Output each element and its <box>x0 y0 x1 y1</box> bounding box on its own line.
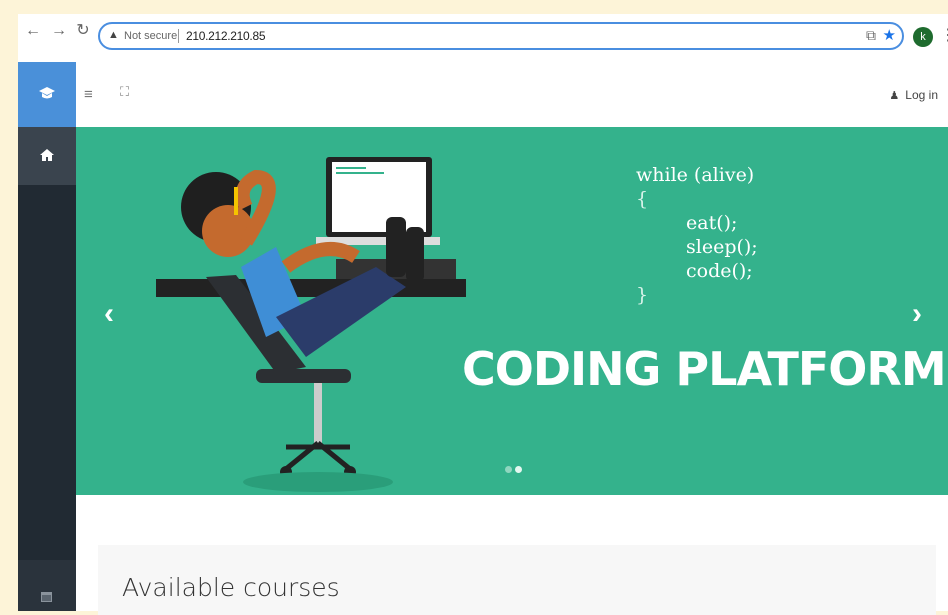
sidebar <box>18 62 76 611</box>
code-line: { <box>636 188 649 210</box>
login-link[interactable]: ♟ Log in <box>889 88 938 102</box>
reload-icon[interactable]: ↻ <box>74 22 92 40</box>
courses-section: Available courses <box>98 545 936 615</box>
code-line: code(); <box>686 260 753 282</box>
fullscreen-icon[interactable]: ⛶ <box>120 84 129 100</box>
code-line: } <box>636 284 649 306</box>
sidebar-item-calendar[interactable] <box>18 560 76 611</box>
user-icon: ♟ <box>889 90 900 102</box>
security-status[interactable]: Not secure <box>124 30 177 42</box>
address-bar[interactable]: ▲ Not secure 210.212.210.85 ⧉ ★ <box>98 22 904 50</box>
url-text[interactable]: 210.212.210.85 <box>186 29 266 43</box>
hero-carousel: while (alive) { eat(); sleep(); code(); … <box>76 127 948 495</box>
carousel-dot-active[interactable] <box>515 466 522 473</box>
sidebar-item-home[interactable] <box>18 127 76 185</box>
divider <box>178 29 179 43</box>
warning-icon[interactable]: ▲ <box>108 29 119 41</box>
calendar-icon <box>41 592 52 602</box>
share-icon[interactable]: ⧉ <box>866 27 876 44</box>
browser-menu-icon[interactable]: ⋮ <box>940 26 948 46</box>
back-icon[interactable]: ← <box>24 22 42 40</box>
code-line: eat(); <box>686 212 738 234</box>
home-icon <box>40 149 54 161</box>
menu-toggle-icon[interactable]: ≡ <box>84 86 93 103</box>
main-content: Available courses <box>76 495 948 615</box>
carousel-prev-icon[interactable]: ‹ <box>104 297 114 331</box>
forward-icon[interactable]: → <box>50 22 68 40</box>
carousel-dot[interactable] <box>505 466 512 473</box>
section-title: Available courses <box>122 573 340 602</box>
carousel-next-icon[interactable]: › <box>912 297 922 331</box>
sidebar-logo[interactable] <box>18 62 76 127</box>
code-line: while (alive) <box>636 164 755 186</box>
profile-avatar[interactable]: k <box>913 27 933 47</box>
site-navbar: ≡ ⛶ ♟ Log in <box>76 62 948 127</box>
carousel-indicators <box>505 460 525 478</box>
graduation-cap-icon <box>39 87 55 99</box>
bookmark-star-icon[interactable]: ★ <box>883 26 896 44</box>
code-snippet: while (alive) { eat(); sleep(); code(); … <box>636 163 758 307</box>
login-label[interactable]: Log in <box>905 88 938 102</box>
hero-title: CODING PLATFORM <box>462 342 947 396</box>
developer-illustration <box>156 157 466 492</box>
code-line: sleep(); <box>686 236 758 258</box>
